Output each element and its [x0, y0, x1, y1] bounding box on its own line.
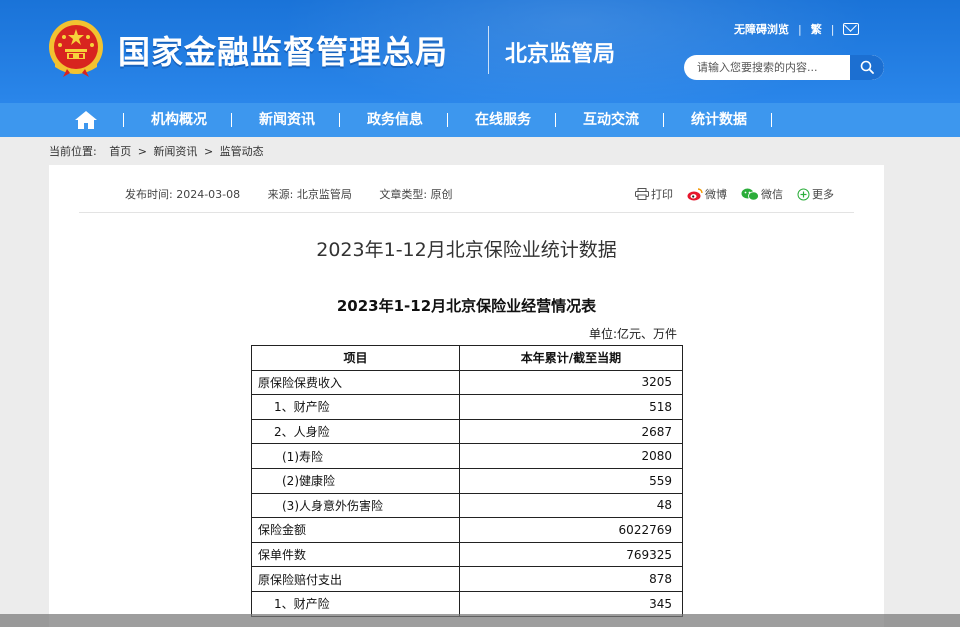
more-label: 更多 — [812, 188, 834, 201]
nav-separator — [555, 113, 556, 127]
printer-icon — [635, 188, 649, 200]
table-row: (3)人身意外伤害险 48 — [251, 492, 683, 519]
breadcrumb-home-link[interactable]: 首页 — [109, 145, 131, 158]
print-label: 打印 — [651, 188, 673, 201]
weibo-icon — [687, 187, 703, 200]
article-type: 文章类型: 原创 — [379, 188, 453, 201]
breadcrumb-separator: > — [203, 145, 214, 158]
search-icon — [860, 60, 874, 74]
table-title: 2023年1-12月北京保险业经营情况表 — [336, 297, 597, 315]
plus-circle-icon — [797, 188, 810, 200]
bottom-overlay-bar — [0, 614, 960, 627]
nav-item-news[interactable]: 新闻资讯 — [259, 103, 315, 137]
nav-separator — [447, 113, 448, 127]
row-item: 保单件数 — [251, 541, 460, 568]
more-share-button[interactable]: 更多 — [797, 186, 834, 202]
top-link-separator: | — [830, 22, 835, 36]
nav-separator — [123, 113, 124, 127]
table-row: 1、财产险 345 — [251, 590, 683, 617]
share-bar: 打印 微博 微信 更多 — [635, 186, 834, 202]
table-row: 保险金额 6022769 — [251, 517, 683, 543]
nav-separator — [663, 113, 664, 127]
top-links: 无障碍浏览 | 繁 | — [734, 20, 860, 38]
nav-item-about[interactable]: 机构概况 — [151, 103, 207, 137]
row-value: 345 — [459, 590, 683, 617]
row-value: 2080 — [459, 443, 683, 469]
publish-time: 发布时间: 2024-03-08 — [125, 188, 241, 201]
row-item: 2、人身险 — [251, 418, 460, 445]
article-panel: 发布时间: 2024-03-08 来源: 北京监管局 文章类型: 原创 打印 微… — [49, 165, 884, 627]
column-header-value: 本年累计/截至当期 — [459, 345, 683, 371]
nav-item-statistics[interactable]: 统计数据 — [691, 103, 747, 137]
nav-separator — [771, 113, 772, 127]
table-row: 原保险赔付支出 878 — [251, 566, 683, 592]
weibo-label: 微博 — [705, 188, 727, 201]
breadcrumb-prefix: 当前位置: — [49, 145, 97, 158]
column-header-item: 项目 — [251, 345, 460, 371]
wechat-share-button[interactable]: 微信 — [741, 186, 783, 202]
table-row: 原保险保费收入 3205 — [251, 369, 683, 396]
search-input[interactable] — [684, 55, 850, 80]
breadcrumb-separator: > — [137, 145, 147, 158]
row-value: 518 — [459, 394, 683, 420]
table-row: 1、财产险 518 — [251, 394, 683, 420]
meta-divider — [79, 212, 854, 213]
table-unit: 单位:亿元、万件 — [589, 327, 678, 341]
row-value: 6022769 — [459, 517, 683, 543]
row-item: 原保险赔付支出 — [251, 566, 460, 592]
row-item: 1、财产险 — [251, 394, 460, 420]
row-value: 878 — [459, 566, 683, 592]
nav-item-government-info[interactable]: 政务信息 — [367, 103, 423, 137]
row-value: 48 — [459, 492, 683, 519]
weibo-share-button[interactable]: 微博 — [687, 186, 727, 202]
nav-separator — [339, 113, 340, 127]
branch-title[interactable]: 北京监管局 — [505, 36, 615, 68]
statistics-table: 项目 本年累计/截至当期 原保险保费收入 3205 1、财产险 518 2、人身… — [251, 345, 683, 617]
row-value: 769325 — [459, 541, 683, 568]
accessibility-link[interactable]: 无障碍浏览 — [734, 21, 789, 37]
traditional-chinese-link[interactable]: 繁 — [811, 21, 822, 37]
row-item: 保险金额 — [251, 517, 460, 543]
site-header: 国家金融监督管理总局 北京监管局 无障碍浏览 | 繁 | — [0, 0, 960, 103]
breadcrumb: 当前位置: 首页 > 新闻资讯 > 监管动态 — [49, 143, 267, 159]
mail-icon[interactable] — [843, 23, 860, 35]
row-item: (3)人身意外伤害险 — [251, 492, 460, 519]
nav-separator — [231, 113, 232, 127]
wechat-icon — [741, 188, 759, 201]
top-link-separator: | — [798, 22, 802, 36]
wechat-label: 微信 — [761, 188, 783, 201]
search-button[interactable] — [850, 55, 884, 80]
table-row: (2)健康险 559 — [251, 467, 683, 494]
table-row: 2、人身险 2687 — [251, 418, 683, 445]
search-box — [684, 55, 884, 80]
breadcrumb-news-link[interactable]: 新闻资讯 — [153, 145, 197, 158]
print-button[interactable]: 打印 — [635, 186, 673, 202]
article-meta: 发布时间: 2024-03-08 来源: 北京监管局 文章类型: 原创 — [125, 186, 477, 202]
table-row: 保单件数 769325 — [251, 541, 683, 568]
site-title[interactable]: 国家金融监督管理总局 — [118, 27, 448, 73]
nav-item-online-services[interactable]: 在线服务 — [475, 103, 531, 137]
row-item: 原保险保费收入 — [251, 369, 460, 396]
row-item: (1)寿险 — [251, 443, 460, 469]
row-value: 3205 — [459, 369, 683, 396]
national-emblem-icon[interactable] — [47, 17, 105, 79]
breadcrumb-supervision-link[interactable]: 监管动态 — [220, 145, 264, 158]
row-item: (2)健康险 — [251, 467, 460, 494]
table-header-row: 项目 本年累计/截至当期 — [251, 345, 683, 371]
article-source: 来源: 北京监管局 — [267, 188, 352, 201]
row-value: 559 — [459, 467, 683, 494]
row-item: 1、财产险 — [251, 590, 460, 617]
main-nav: 机构概况 新闻资讯 政务信息 在线服务 互动交流 统计数据 — [0, 103, 960, 137]
article-title: 2023年1-12月北京保险业统计数据 — [316, 239, 617, 261]
home-icon[interactable] — [74, 109, 98, 131]
nav-item-interaction[interactable]: 互动交流 — [583, 103, 639, 137]
row-value: 2687 — [459, 418, 683, 445]
title-divider — [488, 26, 489, 74]
table-row: (1)寿险 2080 — [251, 443, 683, 469]
